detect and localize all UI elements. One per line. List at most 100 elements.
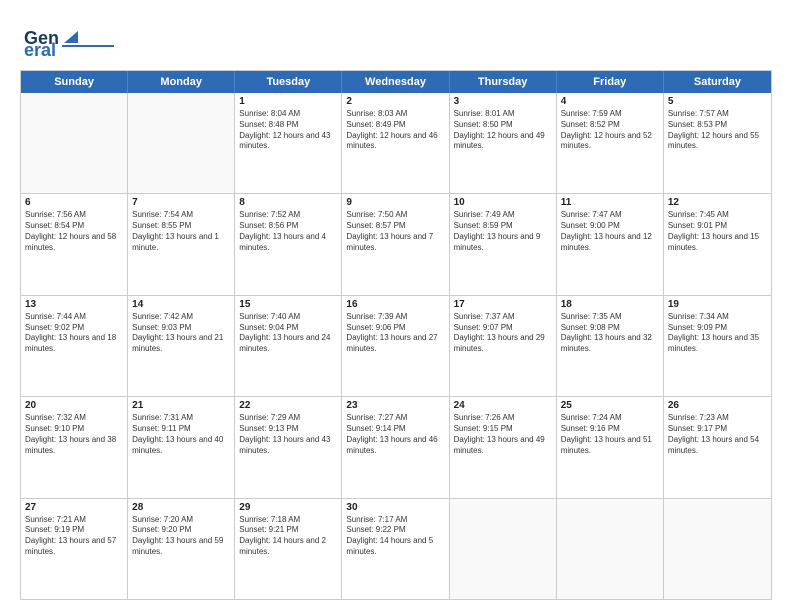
day-number: 29 [239,502,337,513]
cell-info: Sunrise: 7:56 AM Sunset: 8:54 PM Dayligh… [25,210,123,253]
calendar-cell: 8 Sunrise: 7:52 AM Sunset: 8:56 PM Daylig… [235,194,342,294]
calendar-cell: 14 Sunrise: 7:42 AM Sunset: 9:03 PM Dayli… [128,296,235,396]
calendar-cell: 24 Sunrise: 7:26 AM Sunset: 9:15 PM Dayli… [450,397,557,497]
day-number: 30 [346,502,444,513]
cell-info: Sunrise: 7:20 AM Sunset: 9:20 PM Dayligh… [132,515,230,558]
calendar-cell: 4 Sunrise: 7:59 AM Sunset: 8:52 PM Daylig… [557,93,664,193]
cell-info: Sunrise: 7:57 AM Sunset: 8:53 PM Dayligh… [668,109,767,152]
day-number: 28 [132,502,230,513]
day-number: 7 [132,197,230,208]
cell-info: Sunrise: 7:18 AM Sunset: 9:21 PM Dayligh… [239,515,337,558]
logo: Gen eral [20,18,114,60]
weekday-header: Friday [557,71,664,93]
day-number: 1 [239,96,337,107]
cell-info: Sunrise: 7:47 AM Sunset: 9:00 PM Dayligh… [561,210,659,253]
cell-info: Sunrise: 7:32 AM Sunset: 9:10 PM Dayligh… [25,413,123,456]
cell-info: Sunrise: 7:45 AM Sunset: 9:01 PM Dayligh… [668,210,767,253]
cell-info: Sunrise: 8:04 AM Sunset: 8:48 PM Dayligh… [239,109,337,152]
day-number: 6 [25,197,123,208]
cell-info: Sunrise: 7:40 AM Sunset: 9:04 PM Dayligh… [239,312,337,355]
page: Gen eral SundayMondayTuesdayWednesdayThu… [0,0,792,612]
weekday-header: Saturday [664,71,771,93]
calendar-cell [450,499,557,599]
cell-info: Sunrise: 7:39 AM Sunset: 9:06 PM Dayligh… [346,312,444,355]
day-number: 5 [668,96,767,107]
calendar-cell: 12 Sunrise: 7:45 AM Sunset: 9:01 PM Dayli… [664,194,771,294]
cell-info: Sunrise: 7:34 AM Sunset: 9:09 PM Dayligh… [668,312,767,355]
weekday-header: Tuesday [235,71,342,93]
calendar-cell: 26Sunrise: 7:23 AM Sunset: 9:17 PM Dayli… [664,397,771,497]
day-number: 8 [239,197,337,208]
cell-info: Sunrise: 7:44 AM Sunset: 9:02 PM Dayligh… [25,312,123,355]
calendar: SundayMondayTuesdayWednesdayThursdayFrid… [20,70,772,600]
calendar-cell: 23 Sunrise: 7:27 AM Sunset: 9:14 PM Dayli… [342,397,449,497]
day-number: 25 [561,400,659,411]
calendar-cell [557,499,664,599]
calendar-cell: 25 Sunrise: 7:24 AM Sunset: 9:16 PM Dayli… [557,397,664,497]
calendar-week-row: 1 Sunrise: 8:04 AM Sunset: 8:48 PM Daylig… [21,93,771,194]
calendar-cell [128,93,235,193]
calendar-week-row: 27 Sunrise: 7:21 AM Sunset: 9:19 PM Dayli… [21,499,771,599]
day-number: 24 [454,400,552,411]
calendar-cell: 17 Sunrise: 7:37 AM Sunset: 9:07 PM Dayli… [450,296,557,396]
cell-info: Sunrise: 7:17 AM Sunset: 9:22 PM Dayligh… [346,515,444,558]
calendar-cell: 21 Sunrise: 7:31 AM Sunset: 9:11 PM Dayli… [128,397,235,497]
cell-info: Sunrise: 8:03 AM Sunset: 8:49 PM Dayligh… [346,109,444,152]
logo-icon: Gen eral [20,18,62,60]
calendar-cell: 28 Sunrise: 7:20 AM Sunset: 9:20 PM Dayli… [128,499,235,599]
day-number: 21 [132,400,230,411]
calendar-week-row: 6 Sunrise: 7:56 AM Sunset: 8:54 PM Daylig… [21,194,771,295]
day-number: 20 [25,400,123,411]
day-number: 12 [668,197,767,208]
cell-info: Sunrise: 7:35 AM Sunset: 9:08 PM Dayligh… [561,312,659,355]
cell-info: Sunrise: 7:24 AM Sunset: 9:16 PM Dayligh… [561,413,659,456]
cell-info: Sunrise: 7:31 AM Sunset: 9:11 PM Dayligh… [132,413,230,456]
calendar-cell: 5 Sunrise: 7:57 AM Sunset: 8:53 PM Daylig… [664,93,771,193]
day-number: 27 [25,502,123,513]
calendar-cell: 2 Sunrise: 8:03 AM Sunset: 8:49 PM Daylig… [342,93,449,193]
day-number: 23 [346,400,444,411]
calendar-cell: 13 Sunrise: 7:44 AM Sunset: 9:02 PM Dayli… [21,296,128,396]
day-number: 19 [668,299,767,310]
day-number: 18 [561,299,659,310]
cell-info: Sunrise: 7:49 AM Sunset: 8:59 PM Dayligh… [454,210,552,253]
calendar-cell: 10 Sunrise: 7:49 AM Sunset: 8:59 PM Dayli… [450,194,557,294]
day-number: 2 [346,96,444,107]
day-number: 14 [132,299,230,310]
day-number: 11 [561,197,659,208]
weekday-header: Sunday [21,71,128,93]
calendar-cell [664,499,771,599]
day-number: 13 [25,299,123,310]
cell-info: Sunrise: 7:21 AM Sunset: 9:19 PM Dayligh… [25,515,123,558]
day-number: 3 [454,96,552,107]
cell-info: Sunrise: 7:27 AM Sunset: 9:14 PM Dayligh… [346,413,444,456]
cell-info: Sunrise: 7:59 AM Sunset: 8:52 PM Dayligh… [561,109,659,152]
calendar-week-row: 13 Sunrise: 7:44 AM Sunset: 9:02 PM Dayli… [21,296,771,397]
day-number: 22 [239,400,337,411]
calendar-cell: 3Sunrise: 8:01 AM Sunset: 8:50 PM Daylig… [450,93,557,193]
day-number: 4 [561,96,659,107]
cell-info: Sunrise: 7:52 AM Sunset: 8:56 PM Dayligh… [239,210,337,253]
weekday-header: Thursday [450,71,557,93]
calendar-cell: 11 Sunrise: 7:47 AM Sunset: 9:00 PM Dayli… [557,194,664,294]
calendar-week-row: 20 Sunrise: 7:32 AM Sunset: 9:10 PM Dayli… [21,397,771,498]
calendar-cell: 27 Sunrise: 7:21 AM Sunset: 9:19 PM Dayli… [21,499,128,599]
calendar-cell: 18 Sunrise: 7:35 AM Sunset: 9:08 PM Dayli… [557,296,664,396]
logo-triangle-icon [64,31,78,43]
cell-info: Sunrise: 7:26 AM Sunset: 9:15 PM Dayligh… [454,413,552,456]
day-number: 10 [454,197,552,208]
calendar-header: SundayMondayTuesdayWednesdayThursdayFrid… [21,71,771,93]
day-number: 17 [454,299,552,310]
cell-info: Sunrise: 7:50 AM Sunset: 8:57 PM Dayligh… [346,210,444,253]
header: Gen eral [20,18,772,60]
calendar-cell: 9Sunrise: 7:50 AM Sunset: 8:57 PM Daylig… [342,194,449,294]
day-number: 15 [239,299,337,310]
weekday-header: Wednesday [342,71,449,93]
calendar-cell: 1 Sunrise: 8:04 AM Sunset: 8:48 PM Daylig… [235,93,342,193]
day-number: 16 [346,299,444,310]
cell-info: Sunrise: 7:37 AM Sunset: 9:07 PM Dayligh… [454,312,552,355]
cell-info: Sunrise: 7:42 AM Sunset: 9:03 PM Dayligh… [132,312,230,355]
svg-text:eral: eral [24,40,56,60]
calendar-cell: 30 Sunrise: 7:17 AM Sunset: 9:22 PM Dayli… [342,499,449,599]
calendar-cell: 29 Sunrise: 7:18 AM Sunset: 9:21 PM Dayli… [235,499,342,599]
